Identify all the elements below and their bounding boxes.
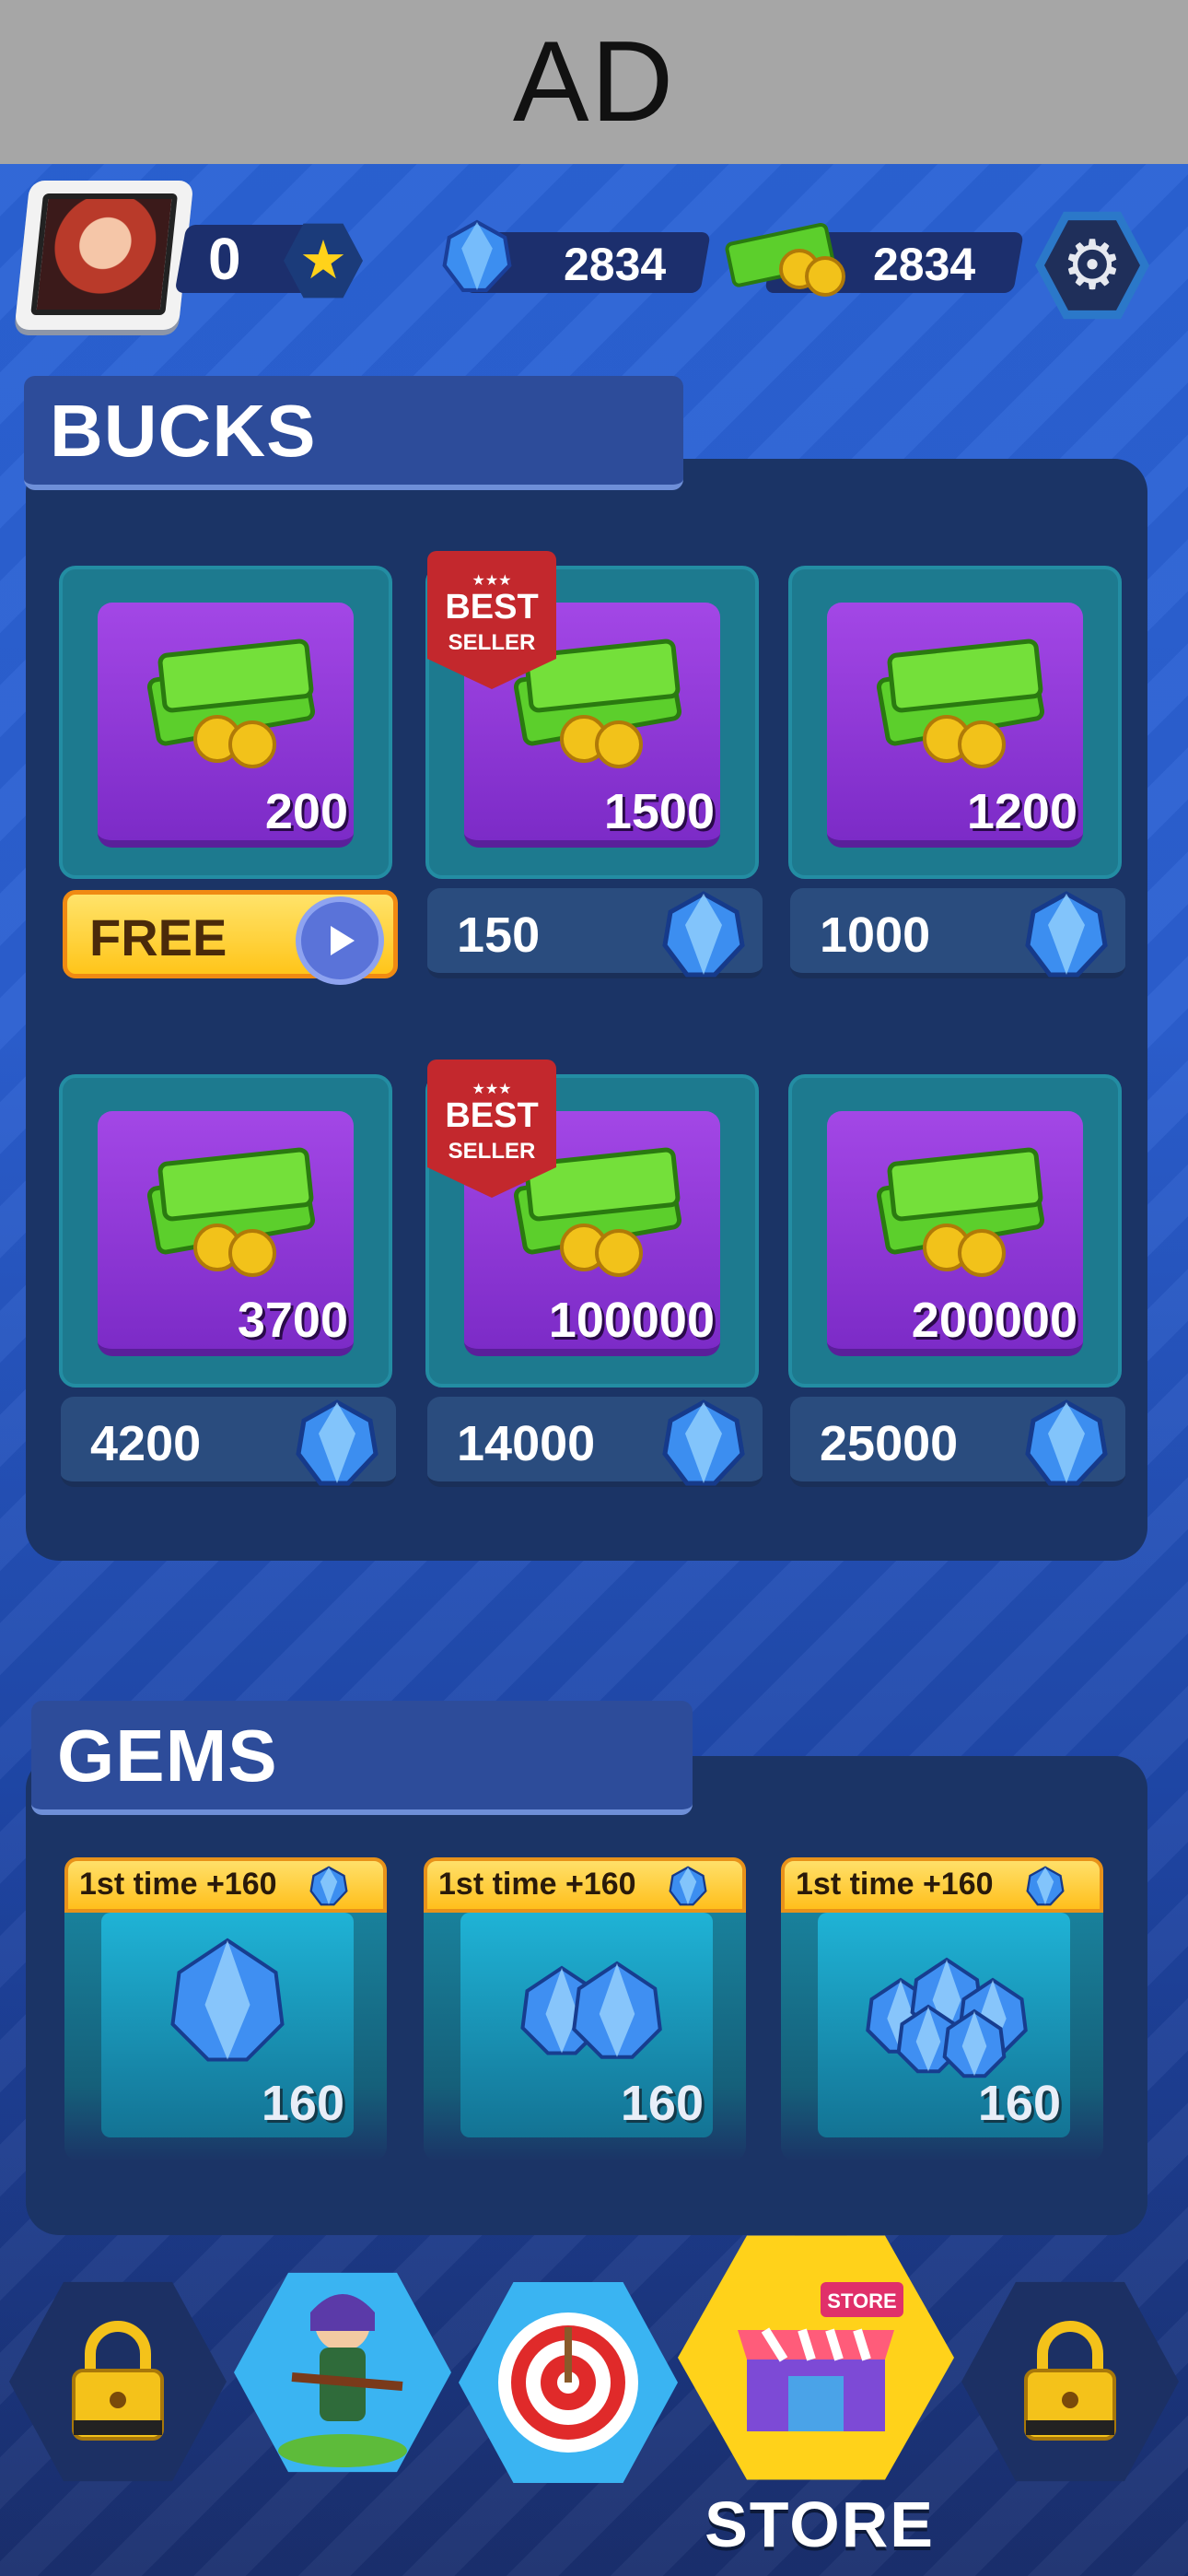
gem-pack-card[interactable]: 160 1st time +160 — [424, 1857, 746, 2161]
first-time-bonus-tag: 1st time +160 — [64, 1857, 387, 1913]
bucks-title: BUCKS — [50, 390, 317, 472]
bonus-text: 1st time +160 — [438, 1867, 636, 1902]
gem-price-icon — [662, 891, 745, 978]
price-label: 4200 — [90, 1416, 202, 1471]
bucks-card[interactable]: 1200 — [788, 566, 1122, 879]
price-label: 25000 — [820, 1416, 959, 1471]
gear-icon: ⚙ — [1044, 220, 1140, 310]
buy-with-gems-button[interactable]: 150 — [427, 888, 763, 978]
free-claim-button[interactable]: FREE — [63, 890, 398, 985]
ribbon-stars: ★★★ — [472, 1082, 512, 1097]
price-label: 150 — [457, 907, 541, 963]
play-video-icon — [296, 896, 384, 985]
cash-stack-icon — [146, 638, 316, 768]
player-avatar[interactable] — [14, 181, 194, 330]
bucks-amount: 200000 — [911, 1293, 1077, 1348]
buy-with-gems-button[interactable]: 25000 — [790, 1397, 1125, 1487]
first-time-bonus-tag: 1st time +160 — [781, 1857, 1103, 1913]
ribbon-seller: SELLER — [448, 630, 536, 655]
gem-heap-icon — [866, 1957, 1028, 2078]
cash-count: 2834 — [873, 239, 976, 290]
ad-label: AD — [512, 18, 676, 146]
ad-banner[interactable]: AD — [0, 0, 1188, 164]
bonus-gem-icon — [309, 1866, 348, 1906]
cash-stack-icon — [876, 1147, 1045, 1277]
padlock-icon — [1024, 2321, 1116, 2441]
bonus-gem-icon — [1026, 1866, 1065, 1906]
gem-amount: 160 — [620, 2076, 704, 2131]
padlock-icon — [72, 2321, 164, 2441]
bucks-card[interactable]: 200 — [59, 566, 392, 879]
cash-stack-icon — [876, 638, 1045, 768]
star-counter: 0 ★ — [174, 221, 363, 300]
bucks-amount: 100000 — [548, 1293, 715, 1348]
star-count: 0 — [208, 226, 241, 292]
gem-price-icon — [296, 1399, 379, 1486]
gems-title: GEMS — [57, 1715, 278, 1797]
cash-stack-icon — [146, 1147, 316, 1277]
buy-with-gems-button[interactable]: 1000 — [790, 888, 1125, 978]
gem-pack-card[interactable]: 160 1st time +160 — [64, 1857, 387, 2161]
svg-text:STORE: STORE — [827, 2289, 896, 2313]
buy-with-gems-button[interactable]: 14000 — [427, 1397, 763, 1487]
bucks-amount: 1200 — [966, 784, 1077, 839]
ribbon-stars: ★★★ — [472, 573, 512, 589]
gem-pack-card[interactable]: 160 1st time +160 — [781, 1857, 1103, 2161]
hero-archer-icon — [278, 2294, 407, 2467]
nav-store-label: STORE — [705, 2488, 935, 2560]
free-label: FREE — [89, 908, 227, 966]
bucks-card[interactable]: 200000 — [788, 1074, 1122, 1388]
bucks-card[interactable]: 3700 — [59, 1074, 392, 1388]
target-icon — [498, 2313, 638, 2453]
gem-price-icon — [1025, 1399, 1108, 1486]
bucks-header: BUCKS — [24, 376, 683, 490]
gem-amount: 160 — [977, 2076, 1061, 2131]
gem-count: 2834 — [564, 239, 667, 290]
price-label: 1000 — [820, 907, 931, 963]
buy-with-gems-button[interactable]: 4200 — [61, 1397, 396, 1487]
gem-price-icon — [662, 1399, 745, 1486]
store-icon: STORE — [738, 2282, 903, 2431]
bonus-gem-icon — [669, 1866, 707, 1906]
bucks-amount: 3700 — [237, 1293, 348, 1348]
ribbon-seller: SELLER — [448, 1139, 536, 1164]
gem-single-icon — [170, 1938, 285, 2062]
gem-price-icon — [1025, 891, 1108, 978]
gem-amount: 160 — [261, 2076, 344, 2131]
bucks-amount: 200 — [264, 784, 348, 839]
bucks-amount: 1500 — [603, 784, 715, 839]
price-label: 14000 — [457, 1416, 596, 1471]
bonus-text: 1st time +160 — [796, 1867, 994, 1902]
ribbon-best: BEST — [445, 588, 539, 626]
ribbon-best: BEST — [445, 1096, 539, 1135]
gem-pile-icon — [520, 1961, 662, 2059]
cash-counter-icon — [725, 222, 845, 297]
gem-counter-icon — [442, 219, 512, 293]
gems-header: GEMS — [31, 1701, 693, 1815]
bonus-text: 1st time +160 — [79, 1867, 277, 1902]
avatar-portrait — [30, 193, 179, 315]
first-time-bonus-tag: 1st time +160 — [424, 1857, 746, 1913]
